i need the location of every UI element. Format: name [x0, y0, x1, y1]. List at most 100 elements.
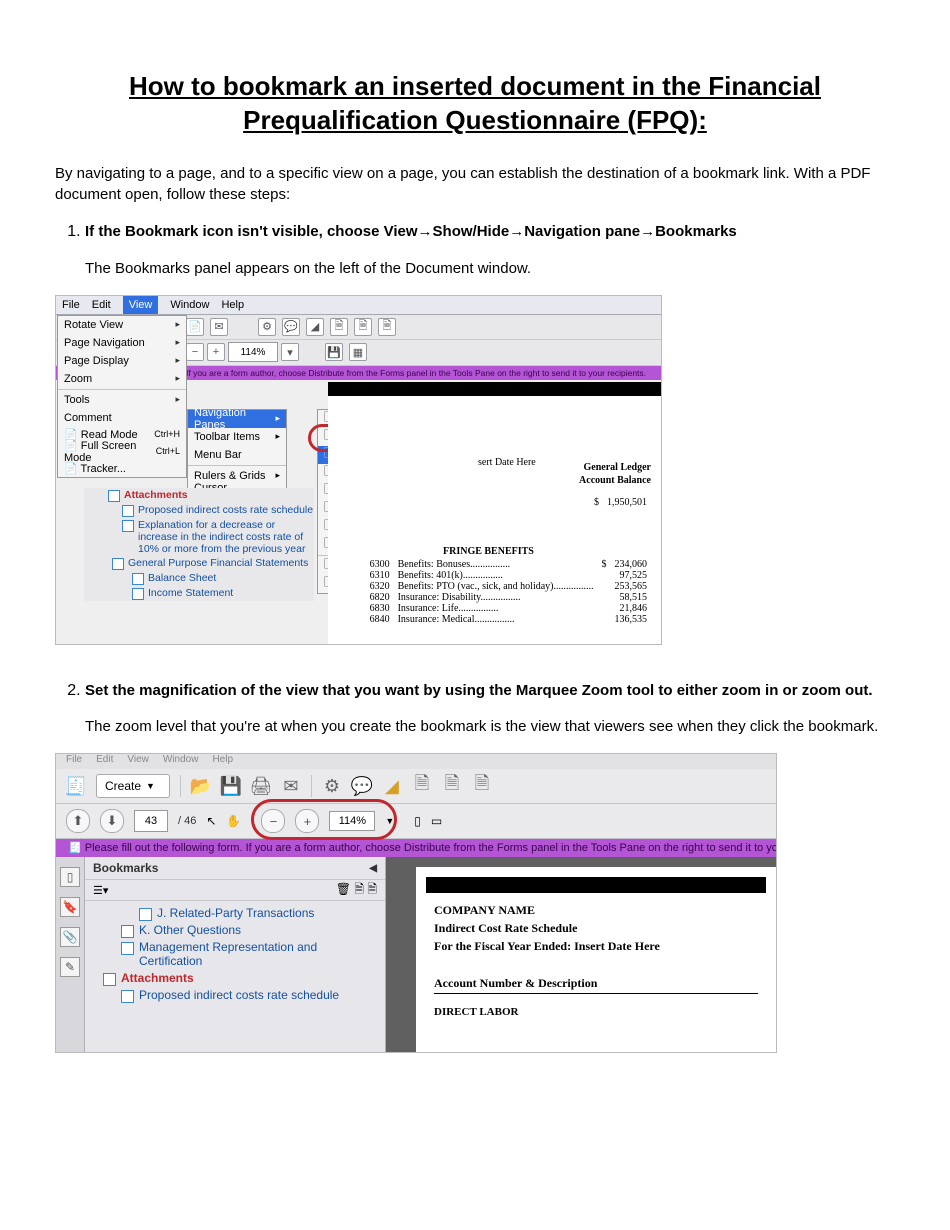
doc-viewport: COMPANY NAME Indirect Cost Rate Schedule…	[386, 857, 776, 1052]
attachments-icon[interactable]: 📎	[60, 927, 80, 947]
zoom-dd-icon[interactable]: ▼	[385, 816, 394, 826]
menu-help[interactable]: Help	[221, 296, 244, 314]
highlight-icon-2[interactable]: ◢	[382, 776, 402, 796]
step-1: If the Bookmark icon isn't visible, choo…	[85, 221, 895, 280]
bookmark-item-2[interactable]: Attachments	[103, 970, 381, 987]
intro-text: By navigating to a page, and to a specif…	[55, 163, 895, 207]
doc-icon-3[interactable]: 🗎	[378, 318, 396, 336]
zoom-in-icon[interactable]: +	[207, 343, 225, 361]
menu-window-2[interactable]: Window	[163, 754, 199, 769]
bookmark-item[interactable]: Income Statement	[132, 586, 314, 601]
shortcut-item[interactable]: 📄 Full Screen ModeCtrl+L	[58, 443, 186, 460]
bm-trash-icon[interactable]: 🗑	[336, 882, 351, 896]
fringe-header: FRINGE BENEFITS	[443, 546, 534, 557]
row-dollar	[598, 581, 611, 592]
page-up-icon[interactable]: ⬆	[66, 809, 90, 833]
bookmark-item-2[interactable]: Proposed indirect costs rate schedule	[121, 987, 381, 1004]
page-title: How to bookmark an inserted document in …	[55, 70, 895, 138]
mail-icon-2[interactable]: ✉	[281, 776, 301, 796]
select-tool-icon[interactable]: ↖	[206, 814, 216, 828]
bookmark-item-2[interactable]: J. Related-Party Transactions	[139, 905, 381, 922]
step-2: Set the magnification of the view that y…	[85, 680, 895, 739]
gl-header: General Ledger	[584, 462, 651, 473]
bookmark-item-2[interactable]: Management Representation and Certificat…	[121, 939, 381, 970]
open-icon[interactable]: 📂	[191, 776, 211, 796]
menu-edit[interactable]: Edit	[92, 296, 111, 314]
thumbnails-icon[interactable]: ▯	[60, 867, 80, 887]
insert-date-text: sert Date Here	[478, 457, 536, 468]
pdf-icon: 🧾	[66, 776, 86, 796]
row-amt: 21,846	[611, 603, 652, 614]
print-icon[interactable]: 🖨	[251, 776, 271, 796]
menu-file-2[interactable]: File	[66, 754, 82, 769]
bm-options-icon[interactable]: ☰▾	[93, 884, 108, 897]
menu-window[interactable]: Window	[170, 296, 209, 314]
signatures-icon[interactable]: ✎	[60, 957, 80, 977]
zoom-dropdown-icon[interactable]: ▾	[281, 343, 299, 361]
bookmark-item[interactable]: Proposed indirect costs rate schedule	[122, 503, 314, 518]
row-desc: Benefits: PTO (vac., sick, and holiday).…	[394, 581, 598, 592]
collapse-icon[interactable]: ◀	[369, 863, 377, 874]
row-desc: Insurance: Disability................	[394, 592, 598, 603]
view-menu-item[interactable]: Comment	[58, 409, 186, 427]
gear-icon[interactable]: ⚙	[258, 318, 276, 336]
zoom-out-btn[interactable]: −	[261, 809, 285, 833]
view-menu-item[interactable]: Page Display▸	[58, 352, 186, 370]
doc-icon-b[interactable]: 🗎	[442, 776, 462, 796]
doc-icon-2[interactable]: 🗎	[354, 318, 372, 336]
view-menu-item[interactable]: Zoom▸	[58, 370, 186, 388]
app-menubar: File Edit View Window Help	[56, 296, 661, 315]
redaction-bar-2	[426, 877, 766, 893]
bubble-icon-2[interactable]: 💬	[352, 776, 372, 796]
fit-page-icon[interactable]: ▯	[414, 814, 421, 828]
view-menu-item[interactable]: Page Navigation▸	[58, 334, 186, 352]
bm-new-icon[interactable]: 🗎	[354, 882, 364, 896]
menu-view[interactable]: View	[123, 296, 159, 314]
step-1-desc: The Bookmarks panel appears on the left …	[85, 258, 895, 280]
menu-file[interactable]: File	[62, 296, 80, 314]
bookmarks-icon[interactable]: 🔖	[60, 897, 80, 917]
menu-view-2[interactable]: View	[127, 754, 149, 769]
create-button[interactable]: Create ▼	[96, 774, 170, 798]
doc-icon-c[interactable]: 🗎	[472, 776, 492, 796]
row-amt: 136,535	[611, 614, 652, 625]
highlight-icon[interactable]: ◢	[306, 318, 324, 336]
bookmark-item[interactable]: Balance Sheet	[132, 571, 314, 586]
zoom-out-icon[interactable]: −	[186, 343, 204, 361]
bookmark-attachments[interactable]: Attachments	[108, 488, 314, 503]
doc-icon-a[interactable]: 🗎	[412, 776, 432, 796]
save-icon[interactable]: 💾	[325, 343, 343, 361]
page-number-input[interactable]	[134, 810, 168, 832]
bookmark-item[interactable]: General Purpose Financial Statements	[112, 556, 314, 571]
page-icon[interactable]: 📄	[186, 318, 204, 336]
showhide-item[interactable]: Navigation Panes▸	[188, 410, 286, 428]
view-menu-item[interactable]: Rotate View▸	[58, 316, 186, 334]
zoom-in-btn[interactable]: +	[295, 809, 319, 833]
save-icon-2[interactable]: 💾	[221, 776, 241, 796]
bubble-icon[interactable]: 💬	[282, 318, 300, 336]
showhide-item[interactable]: Menu Bar	[188, 446, 286, 464]
step-2-desc: The zoom level that you're at when you c…	[85, 716, 895, 738]
bm-new2-icon[interactable]: 🗎	[367, 882, 377, 896]
bookmark-item[interactable]: Explanation for a decrease or increase i…	[122, 518, 314, 556]
direct-labor: DIRECT LABOR	[434, 1006, 758, 1018]
row-amt: 253,565	[611, 581, 652, 592]
zoom-field[interactable]: 114%	[228, 342, 278, 362]
grid-icon[interactable]: ▦	[349, 343, 367, 361]
hand-tool-icon[interactable]: ✋	[226, 814, 241, 828]
bookmark-item-2[interactable]: K. Other Questions	[121, 922, 381, 939]
company-name: COMPANY NAME	[434, 903, 758, 918]
zoom-field-2[interactable]: 114%	[329, 811, 375, 831]
page-down-icon[interactable]: ⬇	[100, 809, 124, 833]
menu-help-2[interactable]: Help	[212, 754, 233, 769]
menu-edit-2[interactable]: Edit	[96, 754, 113, 769]
row-amt: 234,060	[611, 559, 652, 570]
shortcut-item[interactable]: 📄 Tracker...	[58, 460, 186, 477]
doc-icon-1[interactable]: 🗎	[330, 318, 348, 336]
fit-width-icon[interactable]: ▭	[431, 814, 442, 828]
mail-icon[interactable]: ✉	[210, 318, 228, 336]
pdf-page: COMPANY NAME Indirect Cost Rate Schedule…	[416, 867, 776, 1052]
view-menu-item[interactable]: Tools▸	[58, 391, 186, 409]
nav-strip: ▯ 🔖 📎 ✎	[56, 857, 85, 1052]
gear-icon-2[interactable]: ⚙	[322, 776, 342, 796]
